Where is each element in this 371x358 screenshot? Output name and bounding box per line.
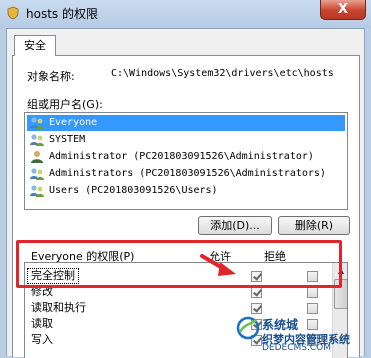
add-button[interactable]: 添加(D)... (198, 216, 272, 235)
permission-name: 读取和执行 (31, 301, 86, 314)
modify-deny-checkbox[interactable] (307, 287, 318, 298)
tab-security[interactable]: 安全 (14, 35, 56, 56)
shield-icon (7, 6, 19, 20)
users-group-icon (30, 117, 44, 129)
group-item-label: Administrators (PC201803091526\Administr… (49, 168, 326, 179)
group-item-label: Everyone (49, 117, 98, 128)
group-item-system[interactable]: SYSTEM (27, 132, 345, 148)
watermark-line-3: DEDECMS.COM (262, 343, 331, 353)
group-item-label: Users (PC201803091526\Users) (49, 185, 218, 196)
dialog-body: 安全 对象名称: C:\Windows\System32\drivers\etc… (6, 28, 365, 358)
red-arrow-icon (200, 254, 236, 276)
permission-name: 写入 (31, 333, 53, 346)
remove-button[interactable]: 删除(R) (278, 216, 350, 235)
users-group-icon (30, 168, 44, 180)
user-icon (31, 151, 43, 163)
group-item-everyone[interactable]: Everyone (27, 115, 345, 131)
watermark: 系统城 织梦内容管理系统 DEDECMS.COM (232, 310, 371, 356)
window-title: hosts 的权限 (26, 7, 98, 21)
group-item-label: Administrator (PC201803091526\Administra… (49, 151, 314, 162)
permission-name: 读取 (31, 317, 53, 330)
users-group-icon (30, 134, 44, 146)
highlight-box (16, 240, 342, 288)
group-item-administrators[interactable]: Administrators (PC201803091526\Administr… (27, 166, 345, 182)
object-name-value: C:\Windows\System32\drivers\etc\hosts (111, 68, 334, 79)
group-item-label: SYSTEM (49, 134, 86, 145)
modify-allow-checkbox[interactable] (251, 287, 262, 298)
group-item-administrator[interactable]: Administrator (PC201803091526\Administra… (27, 149, 345, 165)
object-name-label: 对象名称: (27, 70, 75, 83)
group-list[interactable]: Everyone SYSTEM Administrator (PC2018030… (24, 112, 348, 210)
title-bar[interactable]: hosts 的权限 X (0, 0, 371, 28)
users-group-icon (30, 185, 44, 197)
globe-logo-icon (236, 316, 260, 340)
group-item-users[interactable]: Users (PC201803091526\Users) (27, 183, 345, 199)
close-button[interactable]: X (320, 0, 366, 20)
group-list-label: 组或用户名(G): (27, 98, 103, 111)
